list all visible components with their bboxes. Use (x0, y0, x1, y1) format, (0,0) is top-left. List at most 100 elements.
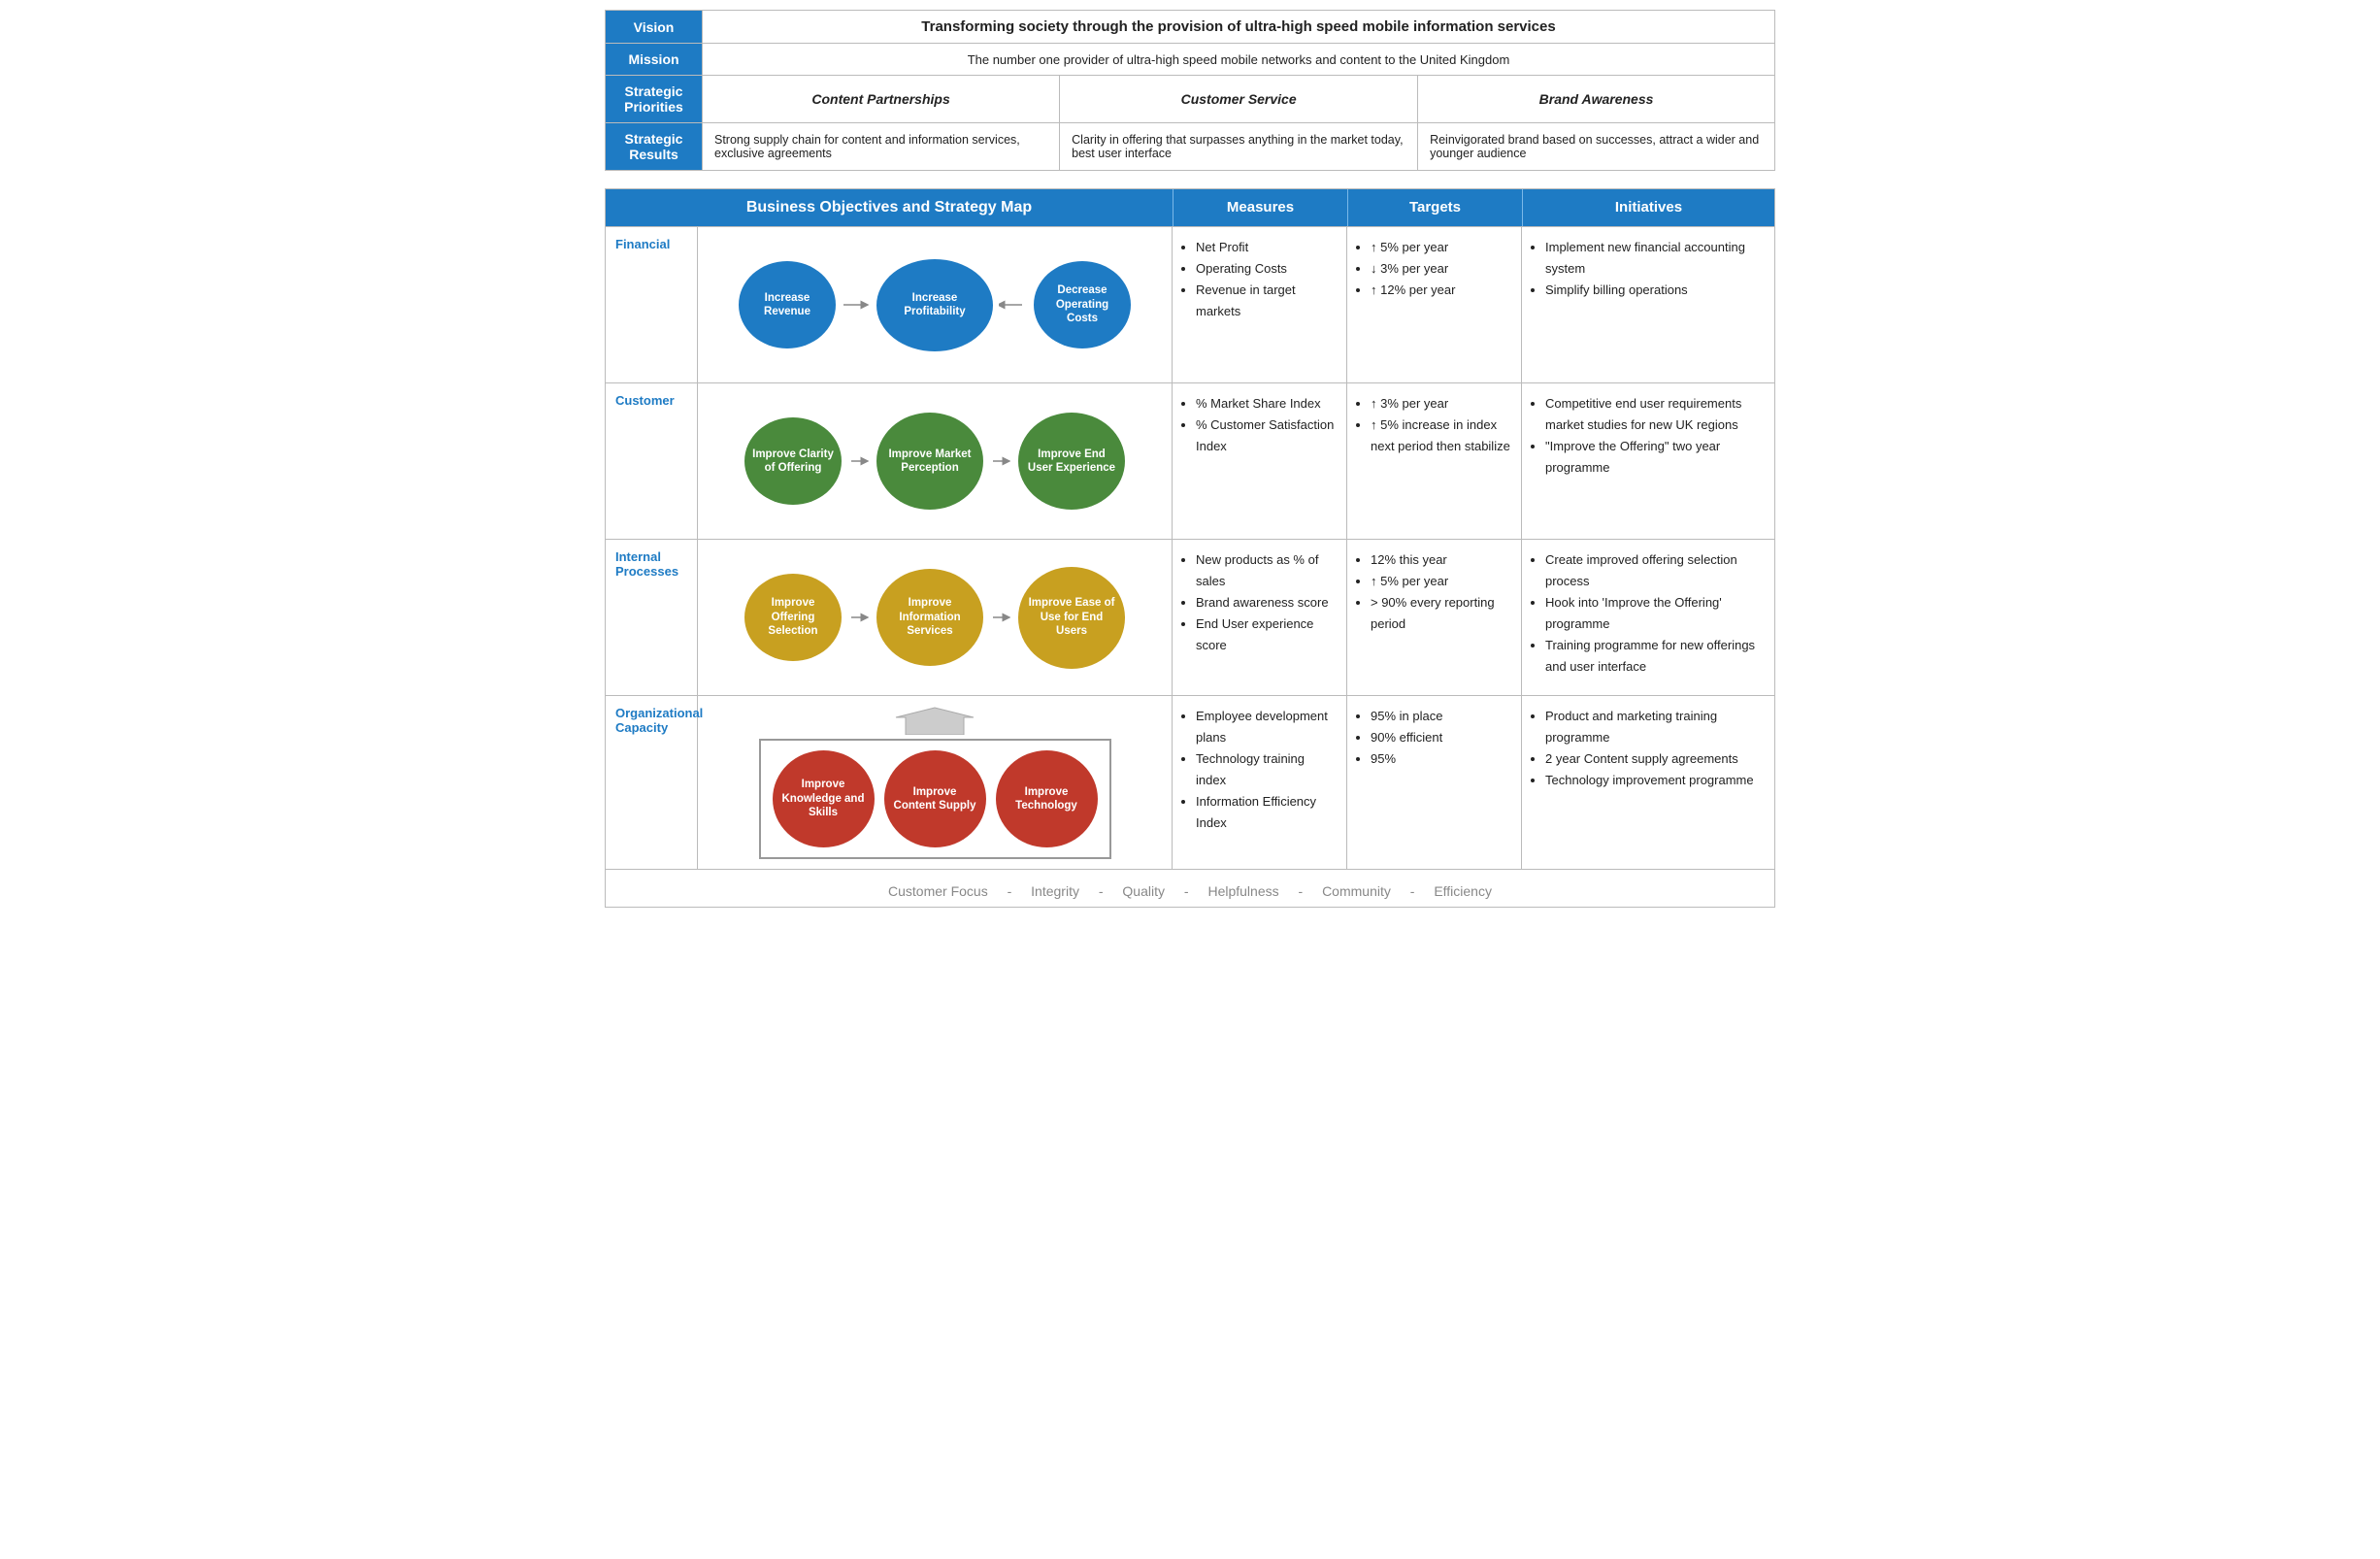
results-label: Strategic Results (606, 123, 703, 171)
org-label: Organizational Capacity (606, 696, 698, 869)
financial-initiative-1: Simplify billing operations (1545, 280, 1765, 301)
internal-label: Internal Processes (606, 540, 698, 695)
sep-2: - (1184, 883, 1189, 899)
sep-4: - (1410, 883, 1415, 899)
org-measures: Employee development plans Technology tr… (1173, 696, 1347, 869)
customer-target-1: ↑ 5% increase in index next period then … (1371, 415, 1511, 457)
org-target-0: 95% in place (1371, 706, 1511, 727)
internal-measure-0: New products as % of sales (1196, 549, 1337, 592)
node-clarity-offering: Improve Clarity of Offering (744, 417, 842, 505)
internal-measure-1: Brand awareness score (1196, 592, 1337, 614)
customer-measure-1: % Customer Satisfaction Index (1196, 415, 1337, 457)
values-bar: Customer Focus - Integrity - Quality - H… (606, 869, 1774, 907)
financial-initiative-0: Implement new financial accounting syste… (1545, 237, 1765, 280)
col-measures: Measures (1173, 189, 1347, 226)
arrow-costs-to-prof (999, 295, 1028, 315)
col-targets: Targets (1347, 189, 1522, 226)
node-decrease-costs: Decrease Operating Costs (1034, 261, 1131, 348)
node-end-user-exp: Improve End User Experience (1018, 413, 1125, 510)
value-5: Efficiency (1434, 883, 1492, 899)
node-increase-revenue: Increase Revenue (739, 261, 836, 348)
top-table: Vision Transforming society through the … (605, 10, 1775, 171)
org-measure-0: Employee development plans (1196, 706, 1337, 748)
financial-label: Financial (606, 227, 698, 382)
node-info-services: Improve Information Services (876, 569, 983, 666)
mission-label: Mission (606, 44, 703, 76)
node-increase-profitability: Increase Profitability (876, 259, 993, 351)
vision-text: Transforming society through the provisi… (703, 11, 1775, 44)
node-market-perception: Improve Market Perception (876, 413, 983, 510)
internal-initiative-1: Hook into 'Improve the Offering' program… (1545, 592, 1765, 635)
org-diagram: Improve Knowledge and Skills Improve Con… (698, 696, 1173, 869)
customer-measures: % Market Share Index % Customer Satisfac… (1173, 383, 1347, 539)
financial-target-0: ↑ 5% per year (1371, 237, 1511, 258)
internal-target-0: 12% this year (1371, 549, 1511, 571)
strategy-title: Business Objectives and Strategy Map (606, 189, 1173, 226)
mission-text: The number one provider of ultra-high sp… (703, 44, 1775, 76)
customer-initiatives: Competitive end user requirements market… (1522, 383, 1774, 539)
customer-targets: ↑ 3% per year ↑ 5% increase in index nex… (1347, 383, 1522, 539)
financial-measure-2: Revenue in target markets (1196, 280, 1337, 322)
strategy-section: Business Objectives and Strategy Map Mea… (605, 188, 1775, 908)
result-3: Reinvigorated brand based on successes, … (1418, 123, 1775, 171)
internal-initiatives: Create improved offering selection proce… (1522, 540, 1774, 695)
sep-0: - (1008, 883, 1012, 899)
customer-initiative-1: "Improve the Offering" two year programm… (1545, 436, 1765, 479)
result-2: Clarity in offering that surpasses anyth… (1060, 123, 1418, 171)
strategy-header: Business Objectives and Strategy Map Mea… (606, 189, 1774, 226)
node-ease-of-use: Improve Ease of Use for End Users (1018, 567, 1125, 669)
financial-nodes: Increase Revenue Increase Profitability (739, 259, 1131, 351)
financial-diagram: Increase Revenue Increase Profitability (698, 227, 1173, 382)
org-row: Organizational Capacity Improve Knowledg… (606, 695, 1774, 869)
page: Vision Transforming society through the … (595, 0, 1785, 917)
arrow-int1 (849, 610, 869, 625)
priority-3: Brand Awareness (1418, 76, 1775, 123)
customer-measure-0: % Market Share Index (1196, 393, 1337, 415)
col-initiatives: Initiatives (1522, 189, 1774, 226)
internal-measure-2: End User experience score (1196, 614, 1337, 656)
org-up-arrow (876, 706, 993, 735)
org-initiative-2: Technology improvement programme (1545, 770, 1765, 791)
org-nodes-box: Improve Knowledge and Skills Improve Con… (759, 739, 1111, 859)
priority-1: Content Partnerships (703, 76, 1060, 123)
value-2: Quality (1122, 883, 1165, 899)
arrow-cust2 (991, 453, 1010, 469)
org-measure-2: Information Efficiency Index (1196, 791, 1337, 834)
customer-diagram: Improve Clarity of Offering Improve Mark… (698, 383, 1173, 539)
value-0: Customer Focus (888, 883, 988, 899)
internal-target-2: > 90% every reporting period (1371, 592, 1511, 635)
value-1: Integrity (1031, 883, 1079, 899)
node-offering-selection: Improve Offering Selection (744, 574, 842, 661)
org-target-2: 95% (1371, 748, 1511, 770)
financial-row: Financial Increase Revenue (606, 226, 1774, 382)
financial-target-1: ↓ 3% per year (1371, 258, 1511, 280)
priority-2: Customer Service (1060, 76, 1418, 123)
arrow-int2 (991, 610, 1010, 625)
org-initiative-1: 2 year Content supply agreements (1545, 748, 1765, 770)
financial-measures: Net Profit Operating Costs Revenue in ta… (1173, 227, 1347, 382)
internal-initiative-2: Training programme for new offerings and… (1545, 635, 1765, 678)
vision-label: Vision (606, 11, 703, 44)
internal-targets: 12% this year ↑ 5% per year > 90% every … (1347, 540, 1522, 695)
sep-3: - (1299, 883, 1304, 899)
node-knowledge-skills: Improve Knowledge and Skills (773, 750, 875, 847)
sep-1: - (1099, 883, 1104, 899)
org-initiatives: Product and marketing training programme… (1522, 696, 1774, 869)
result-1: Strong supply chain for content and info… (703, 123, 1060, 171)
org-targets: 95% in place 90% efficient 95% (1347, 696, 1522, 869)
financial-measure-0: Net Profit (1196, 237, 1337, 258)
internal-target-1: ↑ 5% per year (1371, 571, 1511, 592)
financial-target-2: ↑ 12% per year (1371, 280, 1511, 301)
node-technology: Improve Technology (996, 750, 1098, 847)
customer-label: Customer (606, 383, 698, 539)
financial-measure-1: Operating Costs (1196, 258, 1337, 280)
value-4: Community (1322, 883, 1391, 899)
priorities-label: Strategic Priorities (606, 76, 703, 123)
org-initiative-0: Product and marketing training programme (1545, 706, 1765, 748)
customer-row: Customer Improve Clarity of Offering Imp… (606, 382, 1774, 539)
arrow-rev-to-prof (842, 295, 871, 315)
node-content-supply: Improve Content Supply (884, 750, 986, 847)
org-target-1: 90% efficient (1371, 727, 1511, 748)
customer-target-0: ↑ 3% per year (1371, 393, 1511, 415)
org-measure-1: Technology training index (1196, 748, 1337, 791)
